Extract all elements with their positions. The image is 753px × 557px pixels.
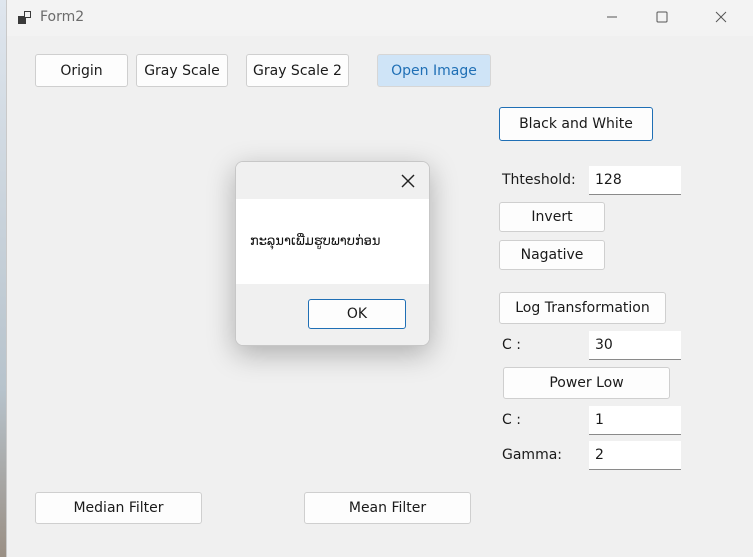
invert-button[interactable]: Invert: [499, 202, 605, 232]
maximize-icon: [656, 11, 668, 23]
power-low-button[interactable]: Power Low: [503, 367, 670, 399]
power-c-label: C :: [502, 412, 521, 428]
gamma-input[interactable]: 2: [589, 441, 681, 470]
title-bar[interactable]: Form2: [7, 0, 753, 36]
ok-button[interactable]: OK: [308, 299, 406, 329]
close-button[interactable]: [698, 0, 744, 34]
threshold-input[interactable]: 128: [589, 166, 681, 195]
maximize-button[interactable]: [639, 0, 685, 34]
dialog-close-button[interactable]: [395, 168, 421, 194]
black-and-white-button[interactable]: Black and White: [499, 107, 653, 141]
power-c-input[interactable]: 1: [589, 406, 681, 435]
gamma-label: Gamma:: [502, 447, 562, 463]
dialog-message: ກະລຸນາເພີ່ມຮູບພາບກ່ອນ: [250, 234, 381, 249]
negative-button[interactable]: Nagative: [499, 240, 605, 270]
grayscale2-button[interactable]: Gray Scale 2: [246, 54, 349, 87]
median-filter-button[interactable]: Median Filter: [35, 492, 202, 524]
window-title: Form2: [40, 9, 85, 25]
threshold-label: Thteshold:: [502, 172, 576, 188]
close-icon: [401, 174, 415, 188]
log-c-label: C :: [502, 337, 521, 353]
minimize-icon: [607, 16, 617, 18]
open-image-button[interactable]: Open Image: [377, 54, 491, 87]
grayscale-button[interactable]: Gray Scale: [136, 54, 228, 87]
log-transformation-button[interactable]: Log Transformation: [499, 292, 666, 324]
mean-filter-button[interactable]: Mean Filter: [304, 492, 471, 524]
origin-button[interactable]: Origin: [35, 54, 128, 87]
log-c-input[interactable]: 30: [589, 331, 681, 360]
close-icon: [715, 11, 727, 23]
app-icon: [18, 10, 32, 24]
minimize-button[interactable]: [589, 0, 635, 34]
message-dialog: ກະລຸນາເພີ່ມຮູບພາບກ່ອນ OK: [235, 161, 430, 346]
